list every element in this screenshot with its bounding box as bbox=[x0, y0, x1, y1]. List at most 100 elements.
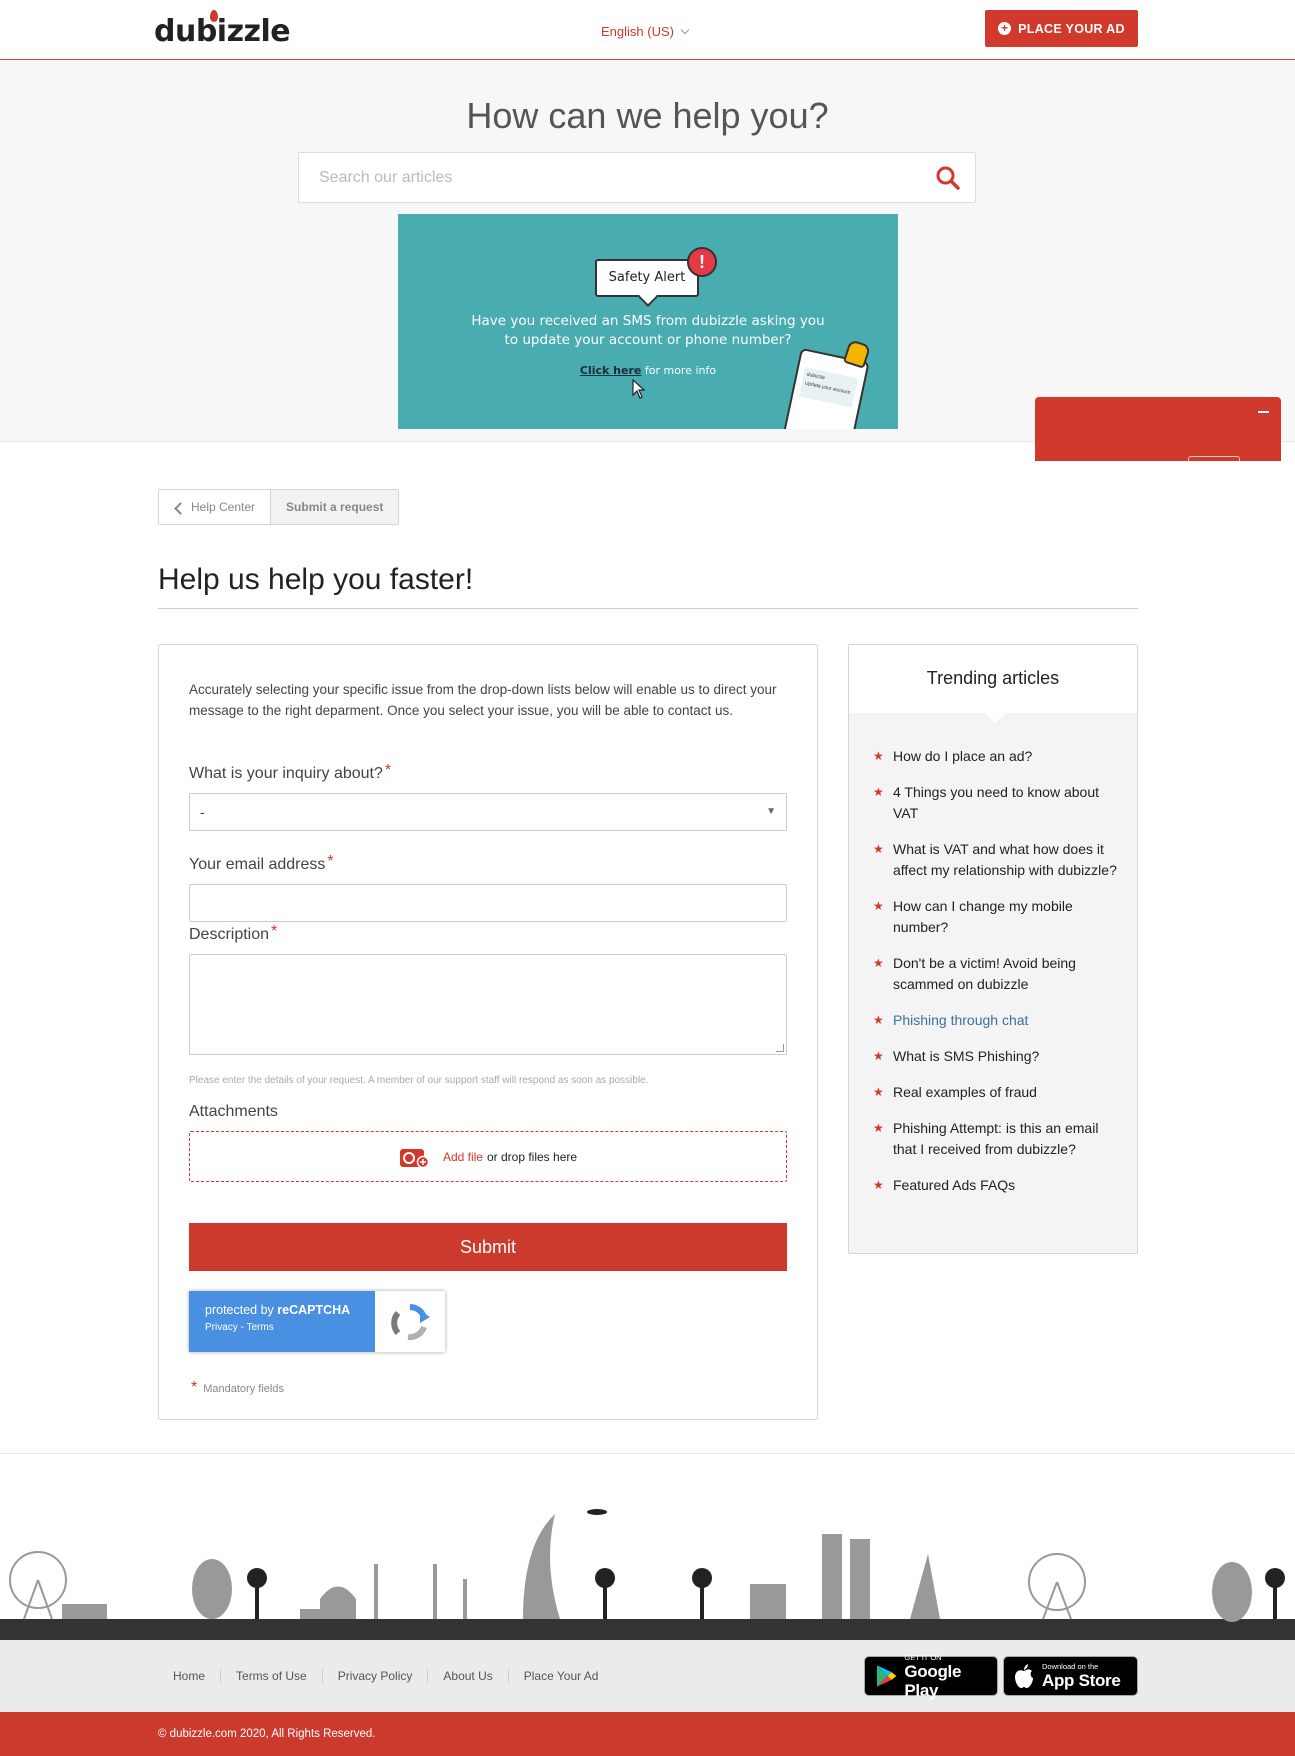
trending-list: How do I place an ad? 4 Things you need … bbox=[873, 746, 1118, 1211]
description-hint: Please enter the details of your request… bbox=[189, 1075, 649, 1086]
trending-item[interactable]: What is SMS Phishing? bbox=[873, 1046, 1118, 1067]
email-label: Your email address * bbox=[189, 853, 334, 874]
required-mark: * bbox=[271, 923, 278, 940]
required-mark: * bbox=[191, 1379, 198, 1396]
breadcrumb-help-center[interactable]: Help Center bbox=[159, 490, 272, 524]
banner-text-line-1: Have you received an SMS from dubizzle a… bbox=[471, 313, 825, 329]
hero-section: How can we help you? Safety Alert ! Have… bbox=[0, 61, 1295, 442]
resize-handle-icon[interactable] bbox=[776, 1044, 784, 1052]
recaptcha-protected-text: protected by reCAPTCHA bbox=[205, 1303, 375, 1317]
footer-link-terms[interactable]: Terms of Use bbox=[221, 1669, 323, 1683]
breadcrumb: Help Center Submit a request bbox=[158, 489, 400, 525]
google-play-small-text: GET IT ON bbox=[904, 1652, 942, 1662]
search-input[interactable] bbox=[299, 153, 919, 202]
cursor-icon bbox=[632, 379, 646, 399]
plus-circle-icon: + bbox=[998, 22, 1012, 35]
footer-links: Home Terms of Use Privacy Policy About U… bbox=[158, 1669, 613, 1683]
attachment-dropzone[interactable]: Add file or drop files here bbox=[189, 1131, 787, 1182]
safety-alert-banner[interactable]: Safety Alert ! Have you received an SMS … bbox=[398, 214, 898, 429]
app-store-small-text: Download on the bbox=[1042, 1662, 1099, 1671]
apple-icon bbox=[1015, 1664, 1033, 1688]
request-form: Accurately selecting your specific issue… bbox=[158, 644, 818, 1420]
description-label-text: Description bbox=[189, 926, 270, 943]
description-label: Description * bbox=[189, 923, 278, 944]
google-play-icon bbox=[876, 1665, 897, 1687]
minimize-icon[interactable] bbox=[1258, 411, 1269, 413]
title-divider bbox=[158, 608, 1138, 609]
footer: Home Terms of Use Privacy Policy About U… bbox=[0, 1640, 1295, 1712]
recaptcha-links[interactable]: Privacy - Terms bbox=[205, 1322, 375, 1333]
inquiry-label: What is your inquiry about? * bbox=[189, 762, 392, 783]
copyright-text: © dubizzle.com 2020, All Rights Reserved… bbox=[158, 1728, 376, 1740]
search-icon[interactable] bbox=[935, 165, 961, 191]
footer-link-home[interactable]: Home bbox=[158, 1669, 222, 1683]
app-store-button[interactable]: Download on the App Store bbox=[1003, 1656, 1138, 1696]
logo[interactable]: dubizzle bbox=[154, 10, 291, 49]
dropdown-arrow-icon: ▼ bbox=[766, 806, 776, 817]
attachments-label: Attachments bbox=[189, 1103, 278, 1120]
language-label: English (US) bbox=[601, 24, 674, 39]
footer-link-privacy[interactable]: Privacy Policy bbox=[323, 1669, 429, 1683]
footer-skyline bbox=[0, 1453, 1295, 1641]
language-selector[interactable]: English (US) bbox=[601, 24, 690, 39]
trending-title: Trending articles bbox=[849, 645, 1137, 723]
trending-item[interactable]: Don't be a victim! Avoid being scammed o… bbox=[873, 953, 1118, 995]
banner-click-here-link[interactable]: Click here bbox=[580, 364, 641, 377]
trending-item[interactable]: What is VAT and what how does it affect … bbox=[873, 839, 1118, 881]
recaptcha-badge[interactable]: protected by reCAPTCHA Privacy - Terms bbox=[189, 1291, 445, 1352]
google-play-big-text: Google Play bbox=[904, 1661, 962, 1700]
chevron-down-icon bbox=[680, 25, 690, 35]
copyright-bar: © dubizzle.com 2020, All Rights Reserved… bbox=[0, 1712, 1295, 1756]
google-play-button[interactable]: GET IT ON Google Play bbox=[864, 1653, 998, 1700]
description-textarea[interactable] bbox=[189, 954, 787, 1055]
logo-flame-icon bbox=[210, 10, 218, 22]
banner-text-line-2: to update your account or phone number? bbox=[504, 332, 792, 348]
chat-widget[interactable] bbox=[1035, 397, 1281, 461]
trending-item[interactable]: 4 Things you need to know about VAT bbox=[873, 782, 1118, 824]
phone-text-1: dubizzle bbox=[806, 371, 826, 382]
footer-link-about[interactable]: About Us bbox=[428, 1669, 509, 1683]
exclamation-icon: ! bbox=[687, 247, 717, 277]
trending-item[interactable]: Phishing Attempt: is this an email that … bbox=[873, 1118, 1118, 1160]
form-intro: Accurately selecting your specific issue… bbox=[189, 682, 777, 718]
trending-item[interactable]: Phishing through chat bbox=[873, 1010, 1118, 1031]
add-file-link[interactable]: Add file bbox=[443, 1150, 483, 1164]
search-box bbox=[298, 152, 976, 203]
drop-files-text: or drop files here bbox=[486, 1149, 578, 1164]
recaptcha-logo-icon bbox=[391, 1304, 430, 1341]
trending-item[interactable]: How do I place an ad? bbox=[873, 746, 1118, 767]
city-skyline-illustration bbox=[0, 1509, 1295, 1641]
inquiry-label-text: What is your inquiry about? bbox=[189, 765, 383, 782]
email-label-text: Your email address bbox=[189, 856, 326, 873]
submit-button[interactable]: Submit bbox=[189, 1223, 787, 1271]
trending-item[interactable]: Real examples of fraud bbox=[873, 1082, 1118, 1103]
page-title: Help us help you faster! bbox=[158, 563, 474, 596]
footer-link-place-ad[interactable]: Place Your Ad bbox=[509, 1669, 614, 1683]
hero-title: How can we help you? bbox=[466, 95, 829, 136]
recaptcha-brand: reCAPTCHA bbox=[277, 1303, 351, 1317]
app-store-text: Download on the App Store bbox=[1042, 1662, 1121, 1690]
required-mark: * bbox=[384, 762, 392, 779]
trending-articles-panel: Trending articles How do I place an ad? … bbox=[848, 644, 1138, 1254]
mandatory-note: * Mandatory fields bbox=[189, 1379, 284, 1397]
top-header: dubizzle English (US) + PLACE YOUR AD bbox=[0, 0, 1295, 60]
banner-link-suffix: for more info bbox=[641, 364, 717, 377]
recaptcha-text-panel: protected by reCAPTCHA Privacy - Terms bbox=[189, 1291, 375, 1352]
logo-text: dubizzle bbox=[154, 14, 291, 49]
safety-alert-badge: Safety Alert bbox=[595, 259, 699, 297]
mandatory-note-text: Mandatory fields bbox=[203, 1383, 284, 1395]
app-store-big-text: App Store bbox=[1042, 1671, 1121, 1690]
place-ad-label: PLACE YOUR AD bbox=[1018, 21, 1125, 36]
email-field[interactable] bbox=[189, 884, 787, 922]
place-ad-button[interactable]: + PLACE YOUR AD bbox=[985, 10, 1138, 47]
banner-text: Have you received an SMS from dubizzle a… bbox=[398, 312, 898, 350]
camera-add-icon bbox=[399, 1148, 429, 1168]
google-play-text: GET IT ON Google Play bbox=[904, 1653, 997, 1700]
phone-text-2: Update your account bbox=[804, 380, 851, 396]
required-mark: * bbox=[327, 853, 334, 870]
trending-item[interactable]: How can I change my mobile number? bbox=[873, 896, 1118, 938]
chat-widget-tab bbox=[1188, 456, 1240, 461]
trending-item[interactable]: Featured Ads FAQs bbox=[873, 1175, 1118, 1196]
inquiry-select-value: - bbox=[200, 804, 205, 820]
inquiry-select[interactable]: - ▼ bbox=[189, 793, 787, 831]
